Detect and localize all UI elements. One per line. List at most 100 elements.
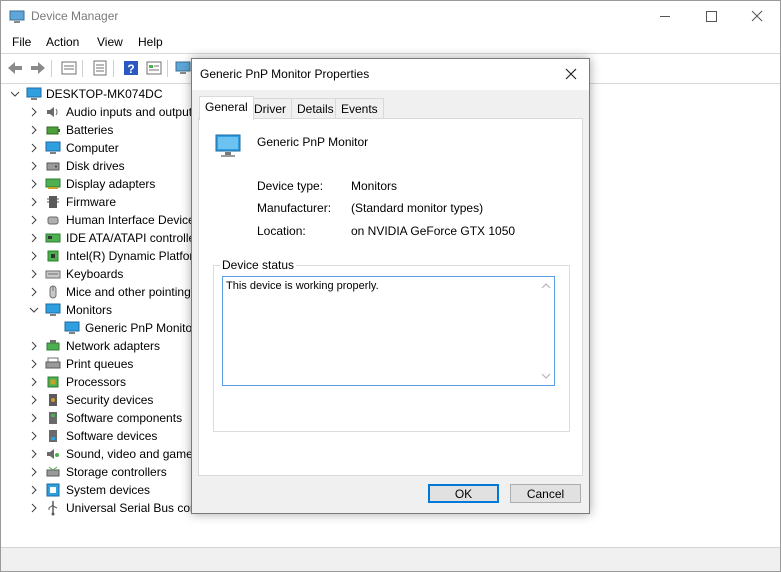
chevron-right-icon[interactable] [29,157,39,175]
device-type-label: Device type: [257,179,324,193]
chevron-down-icon[interactable] [10,85,20,103]
monitor-icon [45,303,61,316]
tree-item[interactable]: IDE ATA/ATAPI controllers [1,229,196,247]
menu-view[interactable]: View [97,35,123,49]
chevron-right-icon[interactable] [29,283,39,301]
disk-drive-icon [46,162,60,171]
tree-item[interactable]: Print queues [1,355,196,373]
chevron-right-icon[interactable] [29,265,39,283]
tree-root[interactable]: DESKTOP-MK074DC [1,85,201,103]
minimize-icon [660,16,670,17]
tree-item[interactable]: Batteries [1,121,196,139]
device-status-textbox[interactable]: This device is working properly. [222,276,555,386]
system-device-icon [46,483,60,497]
security-device-icon [49,394,57,406]
chevron-right-icon[interactable] [29,481,39,499]
dialog-close-icon[interactable] [563,66,579,82]
tree-item[interactable]: Processors [1,373,196,391]
chevron-right-icon[interactable] [29,193,39,211]
help-icon[interactable]: ? [121,58,141,78]
tree-item[interactable]: Firmware [1,193,196,211]
tree-item-label: Computer [66,141,119,155]
chevron-right-icon[interactable] [29,337,39,355]
tree-item[interactable]: Generic PnP Monitor [1,319,196,337]
tree-item-label: Generic PnP Monitor [85,321,196,335]
chevron-right-icon[interactable] [29,103,39,121]
tree-item[interactable]: Security devices [1,391,196,409]
chevron-right-icon[interactable] [29,211,39,229]
forward-icon[interactable] [28,58,48,78]
monitor-icon [64,321,80,334]
tree-item-label: Audio inputs and outputs [66,105,196,119]
general-tab-panel: Generic PnP Monitor Device type: Monitor… [198,118,583,476]
tab-general[interactable]: General [199,96,254,120]
monitor-icon [215,134,241,157]
scroll-up-icon[interactable] [541,282,551,290]
chip-icon [47,250,59,262]
tree-item[interactable]: Intel(R) Dynamic Platform and Thermal Fr… [1,247,196,265]
tree-item-label: Universal Serial Bus controllers [66,501,196,515]
chevron-right-icon[interactable] [29,121,39,139]
tree-item[interactable]: Mice and other pointing devices [1,283,196,301]
menu-help[interactable]: Help [138,35,163,49]
details-view-icon[interactable] [144,58,164,78]
tree-item[interactable]: Keyboards [1,265,196,283]
minimize-button[interactable] [642,1,688,32]
cancel-button[interactable]: Cancel [510,484,581,503]
tree-item-label: Software components [66,411,183,425]
close-button[interactable] [734,1,780,32]
tree-item[interactable]: Software devices [1,427,196,445]
back-icon[interactable] [5,58,25,78]
tab-events[interactable]: Events [335,98,384,119]
chevron-right-icon[interactable] [29,229,39,247]
tree-item[interactable]: Monitors [1,301,196,319]
chevron-right-icon[interactable] [29,391,39,409]
tree-item-label: IDE ATA/ATAPI controllers [66,231,196,245]
scan-hardware-icon[interactable] [173,58,193,78]
show-hidden-icon[interactable] [90,58,110,78]
chevron-right-icon[interactable] [29,427,39,445]
tab-driver[interactable]: Driver [248,98,292,119]
tree-item[interactable]: System devices [1,481,196,499]
tree-item[interactable]: Software components [1,409,196,427]
chevron-down-icon[interactable] [29,301,39,319]
tree-item[interactable]: Computer [1,139,196,157]
tree-item-label: Intel(R) Dynamic Platform and Thermal Fr… [66,249,196,263]
battery-icon [46,126,60,135]
chevron-right-icon[interactable] [29,355,39,373]
tree-item-label: Network adapters [66,339,161,353]
tree-item[interactable]: Audio inputs and outputs [1,103,196,121]
status-bar [1,547,780,571]
tree-item-label: Batteries [66,123,114,137]
chevron-right-icon[interactable] [29,499,39,517]
tree-item[interactable]: Display adapters [1,175,196,193]
tree-item[interactable]: Universal Serial Bus controllers [1,499,196,517]
chevron-right-icon[interactable] [29,139,39,157]
maximize-button[interactable] [688,1,734,32]
chevron-right-icon[interactable] [29,175,39,193]
chevron-right-icon[interactable] [29,445,39,463]
chevron-right-icon[interactable] [29,247,39,265]
chevron-right-icon[interactable] [29,463,39,481]
tree-item[interactable]: Network adapters [1,337,196,355]
properties-view-icon[interactable] [59,58,79,78]
ok-button[interactable]: OK [428,484,499,503]
close-icon [751,10,763,22]
tree-item[interactable]: Sound, video and game controllers [1,445,196,463]
tree-item-label: Sound, video and game controllers [66,447,196,461]
tab-details[interactable]: Details [291,98,340,119]
menu-file[interactable]: File [12,35,31,49]
tree-item[interactable]: Storage controllers [1,463,196,481]
tree-item[interactable]: Disk drives [1,157,196,175]
tree-item-label: Software devices [66,429,158,443]
menu-action[interactable]: Action [46,35,79,49]
chevron-right-icon[interactable] [29,373,39,391]
chevron-right-icon[interactable] [29,409,39,427]
scroll-down-icon[interactable] [541,372,551,380]
dialog-title-bar[interactable]: Generic PnP Monitor Properties [192,59,589,90]
manufacturer-value: (Standard monitor types) [351,201,484,215]
tree-item[interactable]: Human Interface Devices [1,211,196,229]
title-bar[interactable]: Device Manager [1,1,780,32]
network-adapter-icon [46,340,60,351]
tree-root-label: DESKTOP-MK074DC [46,87,163,101]
